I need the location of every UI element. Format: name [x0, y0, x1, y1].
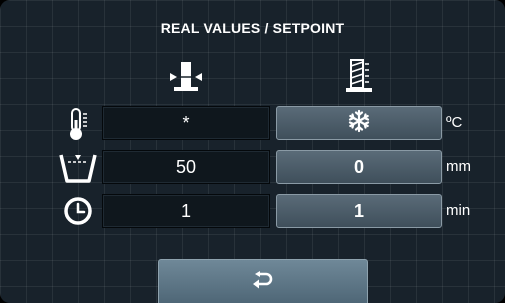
setpoint-gauge-icon — [338, 56, 378, 96]
level-unit: mm — [446, 158, 471, 175]
back-arrow-icon — [252, 270, 274, 294]
thermometer-icon — [58, 106, 98, 142]
actual-gauge-icon — [166, 56, 206, 96]
screen: REAL VALUES / SETPOINT * ºC 50 0 mm 1 1 … — [0, 0, 505, 303]
page-title: REAL VALUES / SETPOINT — [160, 20, 345, 36]
time-real-value: 1 — [102, 194, 270, 228]
snowflake-icon — [347, 109, 371, 138]
time-setpoint-button[interactable]: 1 — [276, 194, 442, 228]
temperature-real-value: * — [102, 106, 270, 140]
level-real-value: 50 — [102, 150, 270, 184]
back-button[interactable] — [158, 259, 368, 303]
clock-icon — [58, 193, 98, 229]
time-unit: min — [446, 202, 471, 219]
level-setpoint-button[interactable]: 0 — [276, 150, 442, 184]
temperature-setpoint-button[interactable] — [276, 106, 442, 140]
water-level-icon — [58, 149, 98, 185]
temperature-unit: ºC — [446, 114, 463, 131]
